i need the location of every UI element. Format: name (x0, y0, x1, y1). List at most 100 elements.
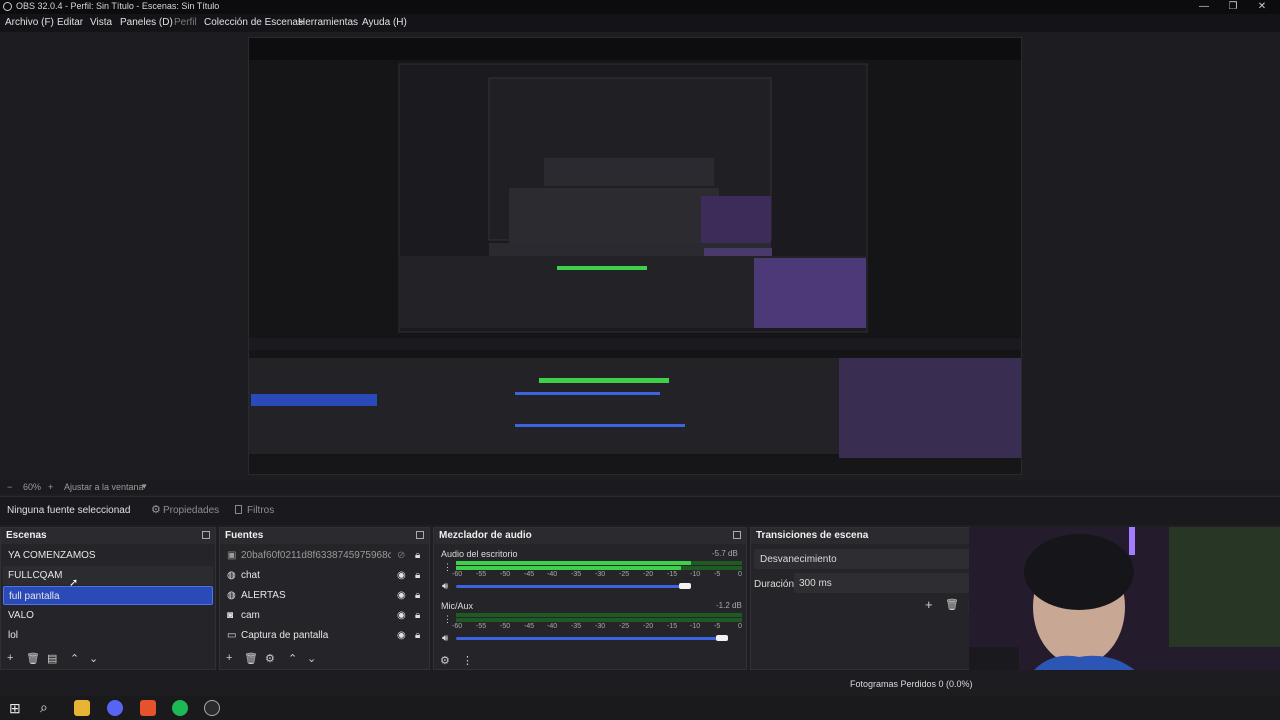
transition-select[interactable]: Desvanecimiento (754, 549, 969, 569)
search-icon[interactable]: ⌕ (40, 699, 48, 716)
transitions-dock: Transiciones de escena Desvanecimiento D… (750, 527, 980, 670)
eye-hidden-icon[interactable]: ⊘ (397, 546, 405, 565)
undock-icon[interactable] (733, 531, 741, 539)
obs-icon[interactable] (204, 700, 220, 716)
volume-slider-fill[interactable] (456, 637, 722, 640)
audio-mixer-header: Mezclador de audio (434, 528, 746, 544)
volume-slider-knob[interactable] (716, 635, 728, 641)
chevron-down-icon[interactable]: ▾ (142, 481, 147, 492)
db-tick-label: -20 (643, 571, 654, 578)
add-scene-icon[interactable]: + (7, 652, 13, 664)
move-down-icon[interactable]: ⌄ (307, 652, 316, 665)
kebab-menu-icon[interactable]: ⋮ (462, 654, 473, 667)
source-item[interactable]: ▣ 20baf60f0211d8f6338745975968c981.jpg ⊘… (222, 546, 427, 565)
monitor-icon: ▭ (227, 630, 237, 641)
menu-archivo[interactable]: Archivo (F) (5, 17, 54, 28)
lock-icon[interactable]: 🔒︎ (415, 546, 420, 565)
menu-vista[interactable]: Vista (90, 17, 112, 28)
eye-icon[interactable]: ◉ (397, 626, 406, 645)
db-tick-label: -50 (500, 623, 511, 630)
minimize-icon[interactable]: — (1196, 0, 1212, 14)
restore-icon[interactable]: ❐ (1225, 0, 1241, 14)
zoom-level: 60% (23, 482, 42, 492)
spotify-icon[interactable] (172, 700, 188, 716)
zoom-bar: − 60% + Ajustar a la ventana ▾ (0, 480, 1280, 494)
move-down-icon[interactable]: ⌄ (89, 652, 98, 665)
close-icon[interactable]: ✕ (1254, 0, 1270, 14)
menu-herramientas[interactable]: Herramientas (298, 17, 358, 28)
transition-selected: Desvanecimiento (760, 554, 837, 565)
move-up-icon[interactable]: ⌃ (70, 652, 79, 665)
context-bar: Ninguna fuente seleccionad ⚙ Propiedades… (0, 496, 1280, 525)
properties-button[interactable]: ⚙ Propiedades (146, 501, 219, 519)
speaker-icon[interactable]: 🔊︎ (442, 581, 448, 592)
scene-item[interactable]: VALO (3, 606, 213, 625)
menu-editar[interactable]: Editar (57, 17, 83, 28)
zoom-out-button[interactable]: − (7, 482, 12, 492)
menu-coleccion-escenas[interactable]: Colección de Escenas (204, 17, 303, 28)
source-item[interactable]: ◙ cam ◉ 🔒︎ (222, 606, 427, 625)
source-item[interactable]: ◍ chat ◉ 🔒︎ (222, 566, 427, 585)
eye-icon[interactable]: ◉ (397, 586, 406, 605)
taskbar: ⊞ ⌕ (0, 696, 1280, 720)
scene-item-selected[interactable]: full pantalla (3, 586, 213, 605)
speaker-icon[interactable]: 🔊︎ (442, 633, 448, 644)
preview-canvas[interactable] (248, 37, 1022, 475)
menu-perfil[interactable]: Perfil (174, 17, 197, 28)
zoom-in-button[interactable]: + (48, 482, 53, 492)
move-up-icon[interactable]: ⌃ (288, 652, 297, 665)
brave-icon[interactable] (140, 700, 156, 716)
add-source-icon[interactable]: + (226, 652, 232, 664)
lock-icon[interactable]: 🔒︎ (415, 566, 420, 585)
menu-paneles[interactable]: Paneles (D) (120, 17, 173, 28)
trash-icon[interactable]: 🗑 (945, 598, 959, 611)
discord-icon[interactable] (107, 700, 123, 716)
scene-item[interactable]: FULLCQAM (3, 566, 213, 585)
audio-meter-track (456, 613, 742, 617)
channel-db: -1.2 dB (716, 601, 742, 610)
scene-item[interactable]: lol (3, 626, 213, 645)
lock-icon[interactable]: 🔒︎ (415, 606, 420, 625)
menu-ayuda[interactable]: Ayuda (H) (362, 17, 407, 28)
lock-icon[interactable]: 🔒︎ (415, 586, 420, 605)
kebab-menu-icon[interactable]: ⋮ (443, 562, 452, 573)
scenes-title: Escenas (6, 530, 47, 541)
db-tick-label: 0 (738, 571, 742, 578)
eye-icon[interactable]: ◉ (397, 606, 406, 625)
eye-icon[interactable]: ◉ (397, 566, 406, 585)
trash-icon[interactable]: 🗑 (244, 652, 258, 665)
transitions-title: Transiciones de escena (756, 530, 869, 541)
advanced-audio-icon[interactable]: ⚙ (440, 654, 450, 667)
filter-icon[interactable]: ▤ (47, 652, 57, 665)
db-tick-label: -55 (476, 623, 487, 630)
sources-dock: Fuentes ▣ 20baf60f0211d8f6338745975968c9… (219, 527, 430, 670)
lock-icon[interactable]: 🔒︎ (415, 626, 420, 645)
fit-to-window-button[interactable]: Ajustar a la ventana (64, 482, 144, 492)
transitions-header: Transiciones de escena (751, 528, 979, 544)
scene-item[interactable]: YA COMENZAMOS (3, 546, 213, 565)
filters-label: Filtros (247, 505, 275, 516)
db-tick-label: -60 (452, 623, 463, 630)
undock-icon[interactable] (202, 531, 210, 539)
trash-icon[interactable]: 🗑 (26, 652, 40, 665)
kebab-menu-icon[interactable]: ⋮ (443, 614, 452, 625)
add-transition-icon[interactable]: + (925, 597, 933, 612)
audio-meter-track (456, 618, 742, 622)
audio-meter-level (456, 566, 681, 570)
camera-icon: ◙ (227, 610, 234, 621)
file-explorer-icon[interactable] (74, 700, 90, 716)
source-item[interactable]: ◍ ALERTAS ◉ 🔒︎ (222, 586, 427, 605)
duration-value: 300 ms (799, 578, 832, 589)
gear-icon[interactable]: ⚙ (265, 652, 275, 665)
filters-button[interactable]: Filtros (232, 501, 278, 519)
source-item[interactable]: ▭ Captura de pantalla ◉ 🔒︎ (222, 626, 427, 645)
gear-icon: ⚙ (151, 504, 161, 516)
db-scale: -60 -55 -50 -45 -40 -35 -30 -25 -20 -15 -10 -5 0 (452, 571, 744, 580)
title-bar: OBS 32.0.4 - Perfil: Sin Título - Escena… (0, 0, 1280, 14)
undock-icon[interactable] (416, 531, 424, 539)
volume-slider-fill[interactable] (456, 585, 685, 588)
db-tick-label: -25 (619, 623, 630, 630)
duration-input[interactable]: 300 ms (794, 573, 969, 593)
windows-start-icon[interactable]: ⊞ (9, 700, 21, 717)
volume-slider-knob[interactable] (679, 583, 691, 589)
